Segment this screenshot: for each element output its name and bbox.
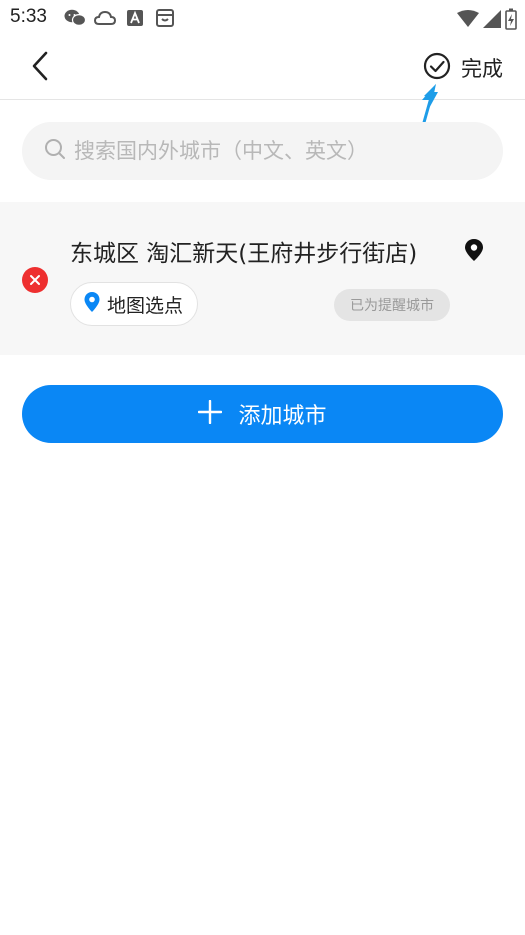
chevron-left-icon — [30, 50, 50, 86]
plus-icon — [198, 399, 223, 428]
map-pin-icon — [83, 291, 101, 317]
map-pick-label: 地图选点 — [107, 294, 184, 317]
add-city-button[interactable]: 添加城市 — [22, 385, 503, 443]
battery-charging-icon — [505, 8, 517, 34]
remove-city-button[interactable] — [22, 267, 48, 293]
wechat-icon — [64, 8, 86, 28]
bag-icon — [154, 8, 176, 28]
system-icons — [457, 8, 517, 34]
done-label: 完成 — [461, 57, 503, 81]
notification-icons — [64, 8, 176, 28]
city-card: 东城区 淘汇新天(王府井步行街店) 地图选点 已为提醒城市 — [0, 202, 525, 355]
city-name: 东城区 淘汇新天(王府井步行街店) — [70, 241, 418, 267]
back-button[interactable] — [22, 50, 58, 86]
reminder-city-badge: 已为提醒城市 — [334, 289, 450, 321]
map-pick-button[interactable]: 地图选点 — [70, 282, 199, 326]
add-city-label: 添加城市 — [238, 404, 327, 429]
signal-icon — [483, 10, 501, 32]
search-icon — [44, 138, 66, 164]
cloud-icon — [94, 8, 116, 28]
close-icon — [29, 271, 41, 290]
status-bar: 5:33 — [0, 0, 525, 36]
search-input[interactable] — [74, 139, 494, 163]
status-time: 5:33 — [10, 6, 47, 27]
search-box[interactable] — [22, 122, 503, 180]
screen: 5:33 完成 搜索国内外城市（中文、英文） 东城区 淘汇新天(王府井步行街店)… — [0, 0, 525, 935]
app-a-icon — [124, 8, 146, 28]
location-pin-icon — [464, 238, 484, 266]
wifi-icon — [457, 10, 479, 32]
